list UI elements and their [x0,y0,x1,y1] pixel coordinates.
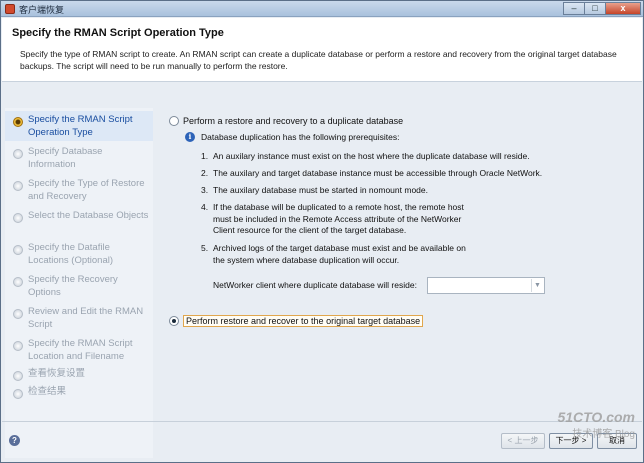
requirement-number: 1. [201,151,209,161]
page-header: Specify the RMAN Script Operation Type S… [2,18,642,82]
requirement-4: 4. If the database will be duplicated to… [201,202,467,237]
step-icon [13,181,23,191]
radio-original[interactable] [169,316,179,326]
step-label: Specify the Type of Restore and Recovery [28,178,145,202]
step-icon [13,277,23,287]
minimize-button[interactable]: – [563,2,585,15]
watermark: 51CTO.com 技术博客 Blog [557,409,635,440]
page-description: Specify the type of RMAN script to creat… [20,49,617,71]
networker-client-label: NetWorker client where duplicate databas… [213,280,417,290]
prerequisites-info: i Database duplication has the following… [185,132,399,142]
requirement-text: If the database will be duplicated to a … [213,202,464,235]
watermark-subtitle: 技术博客 Blog [572,429,635,440]
option-duplicate-label: Perform a restore and recovery to a dupl… [183,116,404,126]
step-icon [13,341,23,351]
step-icon [13,309,23,319]
window-controls: – □ x [563,2,641,15]
chevron-down-icon[interactable]: ▼ [531,279,543,292]
maximize-button[interactable]: □ [584,2,606,15]
step-rman-operation-type[interactable]: Specify the RMAN Script Operation Type [5,111,153,141]
requirement-number: 3. [201,185,209,195]
step-view-restore-settings[interactable]: 查看恢复设置 [5,365,153,383]
requirement-2: 2. The auxilary and target database inst… [201,168,561,180]
networker-client-select[interactable]: ▼ [427,277,545,294]
option-original-label: Perform restore and recover to the origi… [183,315,424,327]
requirement-number: 2. [201,168,209,178]
step-datafile-locations[interactable]: Specify the Datafile Locations (Optional… [5,239,153,269]
option-duplicate-database[interactable]: Perform a restore and recovery to a dupl… [169,114,403,128]
restore-wizard-window: 客户端恢复 – □ x Specify the RMAN Script Oper… [0,0,644,463]
step-label: 查看恢复设置 [28,368,86,379]
step-icon [13,245,23,255]
step-label: Specify the Recovery Options [28,274,118,298]
close-button[interactable]: x [605,2,641,15]
help-icon[interactable]: ? [9,435,20,446]
step-icon [13,149,23,159]
requirement-5: 5. Archived logs of the target database … [201,243,467,266]
info-icon: i [185,132,195,142]
step-recovery-options[interactable]: Specify the Recovery Options [5,271,153,301]
step-icon [13,371,23,381]
step-database-objects[interactable]: Select the Database Objects [5,207,153,237]
title-bar[interactable]: 客户端恢复 – □ x [1,1,643,17]
requirement-text: An auxilary instance must exist on the h… [213,151,530,161]
watermark-logo: 51CTO.com [557,409,635,425]
step-database-information[interactable]: Specify Database Information [5,143,153,173]
requirement-text: The auxilary database must be started in… [213,185,428,195]
wizard-steps: Specify the RMAN Script Operation Type S… [5,108,153,458]
radio-duplicate[interactable] [169,116,179,126]
step-label: Specify the RMAN Script Operation Type [28,114,133,138]
requirement-text: The auxilary and target database instanc… [213,168,543,178]
app-icon [5,4,15,14]
step-script-location[interactable]: Specify the RMAN Script Location and Fil… [5,335,153,365]
step-icon [13,389,23,399]
step-check-results[interactable]: 检查结果 [5,383,153,401]
step-label: Specify the RMAN Script Location and Fil… [28,338,133,362]
requirement-number: 5. [201,243,209,253]
step-icon [13,213,23,223]
page-title: Specify the RMAN Script Operation Type [12,27,224,39]
requirement-3: 3. The auxilary database must be started… [201,185,561,197]
step-review-script[interactable]: Review and Edit the RMAN Script [5,303,153,333]
step-label: Specify Database Information [28,146,103,170]
step-restore-recovery-type[interactable]: Specify the Type of Restore and Recovery [5,175,153,205]
current-step-icon [13,117,23,127]
prerequisites-heading: Database duplication has the following p… [201,132,400,142]
footer-divider [2,421,642,422]
window-title: 客户端恢复 [19,6,65,16]
step-label: Specify the Datafile Locations (Optional… [28,242,114,266]
requirement-1: 1. An auxilary instance must exist on th… [201,151,561,163]
requirement-text: Archived logs of the target database mus… [213,243,466,265]
step-label: Review and Edit the RMAN Script [28,306,144,330]
back-button[interactable]: < 上一步 [501,433,545,449]
main-panel: Perform a restore and recovery to a dupl… [155,108,641,420]
requirement-number: 4. [201,202,209,212]
step-label: Select the Database Objects [28,210,149,221]
option-original-target[interactable]: Perform restore and recover to the origi… [169,314,424,328]
step-label: 检查结果 [28,386,67,397]
